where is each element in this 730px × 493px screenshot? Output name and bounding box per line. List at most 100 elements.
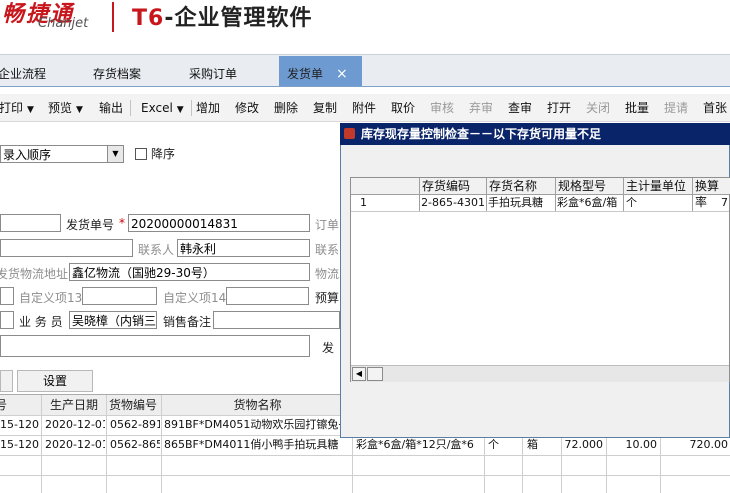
- dropdown-arrow-icon[interactable]: ▼: [177, 105, 184, 115]
- cell-date: 2020-12-01: [45, 438, 105, 451]
- unaudit-button[interactable]: 弃审: [469, 94, 493, 121]
- cell-amount: 720.00: [689, 438, 729, 451]
- field-wide[interactable]: [0, 335, 310, 357]
- grid-row-line: [0, 475, 730, 476]
- dialog-header-code: 存货编码: [422, 178, 486, 194]
- dialog-cell-spec: 彩盒*6盒/箱: [557, 196, 618, 209]
- sort-order-select[interactable]: 录入顺序 ▼: [0, 145, 124, 163]
- dialog-col-line: [486, 178, 487, 212]
- cell-lot: 15-1201: [0, 418, 40, 431]
- toolbar: 打印 ▼ 预览 ▼ 输出 Excel ▼ 增加 修改 删除 复制 附件 取价 审核 弃…: [0, 94, 730, 122]
- field-blank-2[interactable]: [0, 239, 133, 257]
- cell-code: 0562-891: [110, 418, 160, 431]
- dropdown-arrow-icon[interactable]: ▼: [27, 105, 34, 115]
- query-button[interactable]: 查审: [508, 94, 532, 121]
- doc-no-field[interactable]: 20200000014831: [128, 214, 310, 232]
- grid-col-line: [106, 395, 107, 493]
- custom13-field[interactable]: [82, 287, 157, 305]
- tab-delivery-note-label: 发货单: [287, 67, 324, 81]
- toolbar-divider: [191, 100, 192, 116]
- dialog-title: 库存现存量控制检查－－以下存货可用量不足: [361, 127, 602, 141]
- tab-bar: 企业流程 存货档案 采购订单 发货单 ×: [0, 54, 730, 87]
- custom14-field[interactable]: [226, 287, 309, 305]
- grid-header-lot: 号: [0, 398, 7, 412]
- copy-button[interactable]: 复制: [313, 94, 337, 121]
- cell-unit2: 箱: [527, 438, 538, 451]
- delete-button[interactable]: 删除: [274, 94, 298, 121]
- contact-label: 联系人: [138, 243, 175, 257]
- print-button[interactable]: 打印 ▼: [0, 94, 34, 121]
- custom14-label: 自定义项14: [163, 291, 227, 305]
- export-button[interactable]: 输出: [99, 94, 123, 121]
- dialog-col-line: [692, 178, 693, 212]
- contact2-label: 联系: [315, 243, 340, 257]
- tab-inventory-archive[interactable]: 存货档案: [93, 55, 141, 86]
- dialog-cell-name: 手拍玩具糖: [488, 196, 543, 209]
- dialog-cell-unit: 个: [626, 196, 637, 209]
- toolbar-divider: [130, 100, 131, 116]
- scroll-left-icon[interactable]: ◀: [352, 367, 366, 381]
- dialog-col-line: [419, 178, 420, 212]
- attach-button[interactable]: 附件: [352, 94, 376, 121]
- cell-date: 2020-12-01: [45, 418, 105, 431]
- address-label: 发货物流地址: [0, 267, 69, 281]
- add-button[interactable]: 增加: [196, 94, 220, 121]
- grid-col-line: [161, 395, 162, 493]
- price-button[interactable]: 取价: [391, 94, 415, 121]
- chevron-down-icon[interactable]: ▼: [107, 146, 123, 162]
- tab-purchase-order[interactable]: 采购订单: [189, 55, 237, 86]
- grid-col-line: [522, 438, 523, 493]
- remark-field[interactable]: [213, 311, 340, 329]
- preview-label: 预览: [48, 101, 73, 115]
- cell-price: 10.00: [625, 438, 658, 451]
- app-header: 畅捷通 Chanjet T6-企业管理软件: [0, 0, 730, 54]
- doc-no-label: 发货单号: [66, 218, 115, 232]
- excel-button[interactable]: Excel ▼: [141, 94, 184, 121]
- salesman-field[interactable]: 吴晓樟（内销三: [69, 311, 157, 329]
- grid-row-line: [0, 455, 730, 456]
- cell-code: 0562-865: [110, 438, 160, 451]
- field-blank-4[interactable]: [0, 311, 14, 329]
- first-button[interactable]: 首张: [703, 94, 727, 121]
- grid-header-code: 货物编号: [108, 398, 157, 412]
- close-button[interactable]: 关闭: [586, 94, 610, 121]
- field-blank-1[interactable]: [0, 214, 61, 232]
- dropdown-arrow-icon[interactable]: ▼: [76, 105, 83, 115]
- close-icon[interactable]: ×: [336, 56, 348, 92]
- grid-col-line: [41, 395, 42, 493]
- custom13-label: 自定义项13: [19, 291, 83, 305]
- desc-checkbox[interactable]: [135, 148, 147, 160]
- dialog-cell-code: 2-865-4301: [421, 196, 485, 209]
- request-button[interactable]: 提请: [664, 94, 688, 121]
- preview-button[interactable]: 预览 ▼: [48, 94, 83, 121]
- settings-button[interactable]: 设置: [17, 370, 93, 392]
- dialog-row-line: [351, 211, 729, 212]
- left-button[interactable]: [0, 370, 13, 392]
- dialog-cell-no: 1: [360, 196, 367, 209]
- budget-label: 预算: [315, 291, 340, 305]
- order-label: 订单: [315, 218, 340, 232]
- tab-delivery-note[interactable]: 发货单 ×: [279, 56, 362, 86]
- open-button[interactable]: 打开: [547, 94, 571, 121]
- batch-button[interactable]: 批量: [625, 94, 649, 121]
- dialog-titlebar[interactable]: 库存现存量控制检查－－以下存货可用量不足: [340, 123, 730, 145]
- dialog-horizontal-scrollbar[interactable]: ◀: [351, 365, 729, 382]
- scroll-thumb[interactable]: [367, 367, 383, 381]
- cell-lot: 15-1201: [0, 438, 40, 451]
- dialog-header-name: 存货名称: [489, 178, 553, 194]
- product-prefix: T6: [132, 6, 165, 31]
- cell-name: 891BF*DM4051动物欢乐园打镲兔子: [164, 418, 344, 431]
- address-field[interactable]: 鑫亿物流（国驰29-30号）: [69, 263, 310, 281]
- modify-button[interactable]: 修改: [235, 94, 259, 121]
- dialog-col-line: [555, 178, 556, 212]
- grid-header-date: 生产日期: [49, 398, 98, 412]
- dialog-header-spec: 规格型号: [558, 178, 622, 194]
- product-title: T6-企业管理软件: [132, 0, 312, 32]
- product-suffix: -企业管理软件: [164, 6, 313, 31]
- field-blank-3[interactable]: [0, 287, 14, 305]
- contact-field[interactable]: 韩永利: [177, 239, 310, 257]
- cell-qty: 72.000: [564, 438, 604, 451]
- tab-enterprise-flow[interactable]: 企业流程: [0, 55, 46, 86]
- audit-button[interactable]: 审核: [430, 94, 454, 121]
- ship-label: 发: [322, 341, 335, 355]
